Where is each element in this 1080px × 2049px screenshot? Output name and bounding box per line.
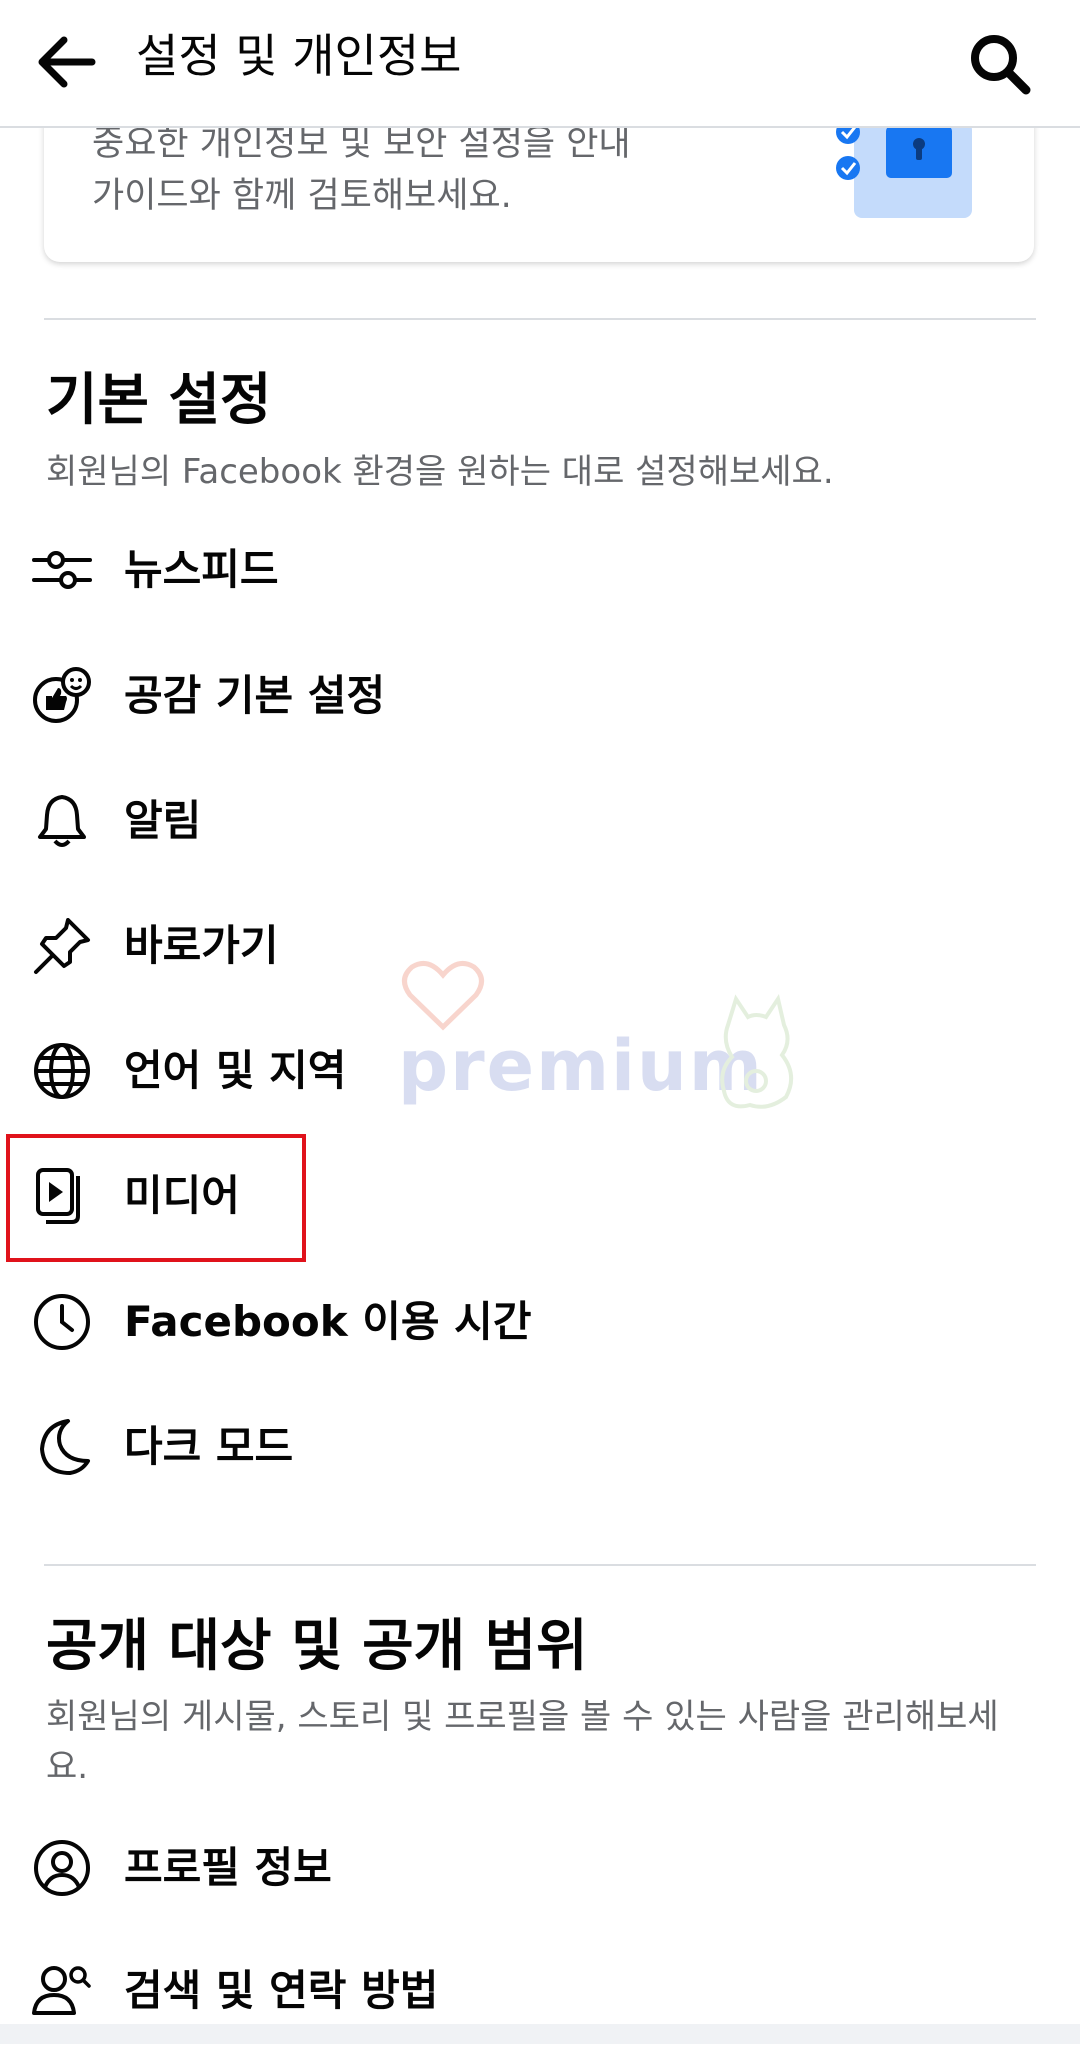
section-divider <box>44 318 1036 320</box>
menu-label: 뉴스피드 <box>124 545 279 594</box>
menu-label: 다크 모드 <box>124 1422 294 1471</box>
audience-description: 회원님의 게시물, 스토리 및 프로필을 볼 수 있는 사람을 관리해보세요. <box>46 1697 999 1787</box>
audience-title: 공개 대상 및 공개 범위 <box>46 1614 588 1679</box>
bell-icon <box>38 795 86 847</box>
menu-item-reactions[interactable]: 공감 기본 설정 <box>0 638 1080 754</box>
privacy-checkup-line2: 가이드와 함께 검토해보세요. <box>92 176 512 216</box>
menu-item-notifications[interactable]: 알림 <box>0 763 1080 879</box>
menu-label: 언어 및 지역 <box>124 1046 347 1095</box>
pin-icon <box>34 918 90 974</box>
basic-settings-title: 기본 설정 <box>46 368 272 433</box>
menu-item-time-on-facebook[interactable]: Facebook 이용 시간 <box>0 1264 1080 1380</box>
heart-icon <box>402 960 484 1031</box>
clock-icon <box>34 1294 90 1350</box>
search-icon <box>971 35 1031 95</box>
lock-checklist-illustration <box>836 122 972 218</box>
privacy-checkup-text: 중요한 개인정보 및 보안 설정을 안내 가이드와 함께 검토해보세요. <box>92 118 732 222</box>
app-bar: 설정 및 개인정보 <box>0 0 1080 128</box>
page-title: 설정 및 개인정보 <box>136 29 462 83</box>
back-button[interactable] <box>30 22 110 102</box>
search-button[interactable] <box>960 24 1040 104</box>
menu-item-newsfeed[interactable]: 뉴스피드 <box>0 512 1080 628</box>
menu-item-dark-mode[interactable]: 다크 모드 <box>0 1389 1080 1505</box>
bottom-edge <box>0 2024 1080 2044</box>
menu-label: 알림 <box>124 796 202 845</box>
reactions-icon <box>33 667 91 723</box>
lucky-cat-icon <box>720 994 794 1109</box>
menu-label: 검색 및 연락 방법 <box>124 1966 439 2015</box>
menu-label: 프로필 정보 <box>124 1843 332 1892</box>
profile-icon <box>34 1840 90 1896</box>
globe-icon <box>34 1043 90 1099</box>
menu-label: 공감 기본 설정 <box>124 671 386 720</box>
menu-label: Facebook 이용 시간 <box>124 1297 532 1346</box>
sliders-icon <box>32 551 92 589</box>
menu-item-profile-info[interactable]: 프로필 정보 <box>0 1810 1080 1926</box>
media-highlight-box <box>6 1134 306 1262</box>
arrow-left-icon <box>38 36 96 88</box>
menu-label: 바로가기 <box>124 921 279 970</box>
moon-icon <box>40 1419 90 1475</box>
premium-watermark: premium <box>398 955 818 1125</box>
section-divider <box>44 1564 1036 1566</box>
basic-settings-description: 회원님의 Facebook 환경을 원하는 대로 설정해보세요. <box>46 452 834 492</box>
people-search-icon <box>32 1966 91 2015</box>
